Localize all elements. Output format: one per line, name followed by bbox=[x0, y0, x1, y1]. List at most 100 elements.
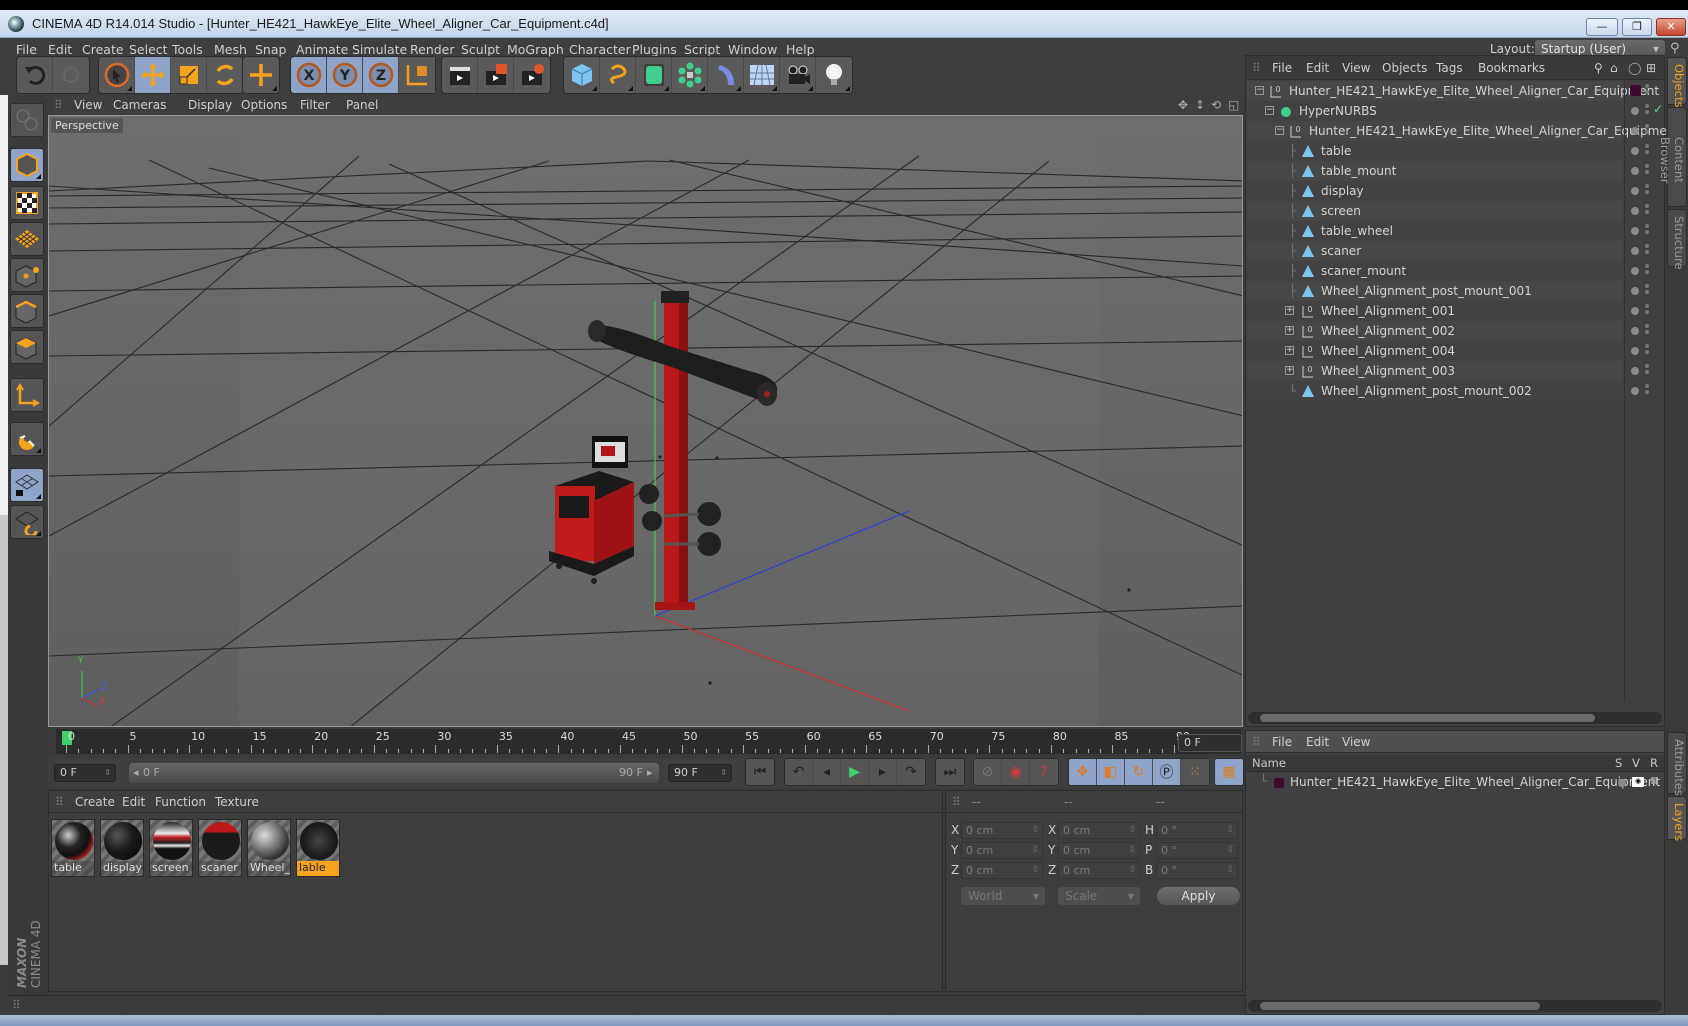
object-name[interactable]: table_wheel bbox=[1321, 221, 1393, 241]
tab-structure[interactable]: Structure bbox=[1667, 209, 1687, 270]
object-name[interactable]: Hunter_HE421_HawkEye_Elite_Wheel_Aligner… bbox=[1289, 81, 1659, 101]
menu-animate[interactable]: Animate bbox=[296, 42, 348, 57]
viewport-menu-filter[interactable]: Filter bbox=[300, 98, 330, 112]
objects-menu-file[interactable]: File bbox=[1272, 61, 1292, 75]
transform-mode-dropdown[interactable]: Scale bbox=[1058, 887, 1140, 905]
search-icon[interactable]: ⚲ bbox=[1670, 41, 1680, 56]
visibility-toggle[interactable] bbox=[1645, 204, 1649, 208]
zoom-view-icon[interactable]: ↕ bbox=[1195, 98, 1205, 112]
expand-icon[interactable]: + bbox=[1285, 346, 1294, 355]
y-axis-icon[interactable]: Y bbox=[327, 57, 363, 93]
object-name[interactable]: table_mount bbox=[1321, 161, 1396, 181]
tab-content-browser[interactable]: Content Browser bbox=[1658, 107, 1687, 207]
pos-x-field[interactable]: 0 cm bbox=[961, 822, 1043, 839]
enabled-toggle[interactable] bbox=[1631, 147, 1639, 155]
visibility-toggle[interactable] bbox=[1645, 384, 1649, 388]
menu-snap[interactable]: Snap bbox=[255, 42, 286, 57]
viewport-menu-display[interactable]: Display bbox=[188, 98, 232, 112]
layer-manager-scrollbar[interactable] bbox=[1248, 1000, 1662, 1012]
enabled-toggle[interactable] bbox=[1631, 327, 1639, 335]
object-tree-row[interactable]: +0 Wheel_Alignment_003 bbox=[1247, 361, 1623, 381]
enabled-toggle[interactable] bbox=[1631, 367, 1639, 375]
spline-pen-icon[interactable] bbox=[600, 57, 636, 93]
points-mode-icon[interactable] bbox=[10, 258, 44, 292]
snap-settings-icon[interactable] bbox=[10, 505, 44, 539]
object-manager-scrollbar[interactable] bbox=[1248, 712, 1662, 724]
menu-edit[interactable]: Edit bbox=[48, 42, 72, 57]
viewport-menu-options[interactable]: Options bbox=[241, 98, 287, 112]
render-picture-viewer-icon[interactable] bbox=[478, 57, 514, 93]
z-axis-icon[interactable]: Z bbox=[363, 57, 399, 93]
expand-icon[interactable]: + bbox=[1285, 306, 1294, 315]
objects-menu-tags[interactable]: Tags bbox=[1436, 61, 1463, 75]
pos-y-field[interactable]: 0 cm bbox=[961, 842, 1043, 859]
material-menu-edit[interactable]: Edit bbox=[122, 795, 145, 809]
object-name[interactable]: table bbox=[1321, 141, 1351, 161]
layer-name[interactable]: Hunter_HE421_HawkEye_Elite_Wheel_Aligner… bbox=[1290, 775, 1660, 789]
deformer-icon[interactable] bbox=[708, 57, 744, 93]
object-tree-row[interactable]: ├ Wheel_Alignment_post_mount_001 bbox=[1247, 281, 1623, 301]
visibility-toggle[interactable] bbox=[1645, 224, 1649, 228]
menu-create[interactable]: Create bbox=[82, 42, 124, 57]
scrollbar-thumb[interactable] bbox=[1260, 714, 1595, 722]
object-name[interactable]: screen bbox=[1321, 201, 1361, 221]
enabled-toggle[interactable] bbox=[1631, 287, 1639, 295]
object-name[interactable]: display bbox=[1321, 181, 1364, 201]
edges-mode-icon[interactable] bbox=[10, 294, 44, 328]
pan-view-icon[interactable]: ✥ bbox=[1178, 98, 1188, 112]
visibility-toggle[interactable] bbox=[1645, 344, 1649, 348]
layers-menu-edit[interactable]: Edit bbox=[1306, 735, 1329, 749]
perspective-viewport[interactable]: Perspective Y Z X bbox=[48, 115, 1243, 727]
visibility-toggle[interactable] bbox=[1645, 184, 1649, 188]
object-name[interactable]: Wheel_Alignment_001 bbox=[1321, 301, 1455, 321]
camera-icon[interactable] bbox=[780, 57, 816, 93]
material-menu-create[interactable]: Create bbox=[75, 795, 115, 809]
polygons-mode-icon[interactable] bbox=[10, 330, 44, 364]
scale-icon[interactable] bbox=[171, 57, 207, 93]
keyframe-selection-icon[interactable]: ? bbox=[1030, 759, 1058, 785]
workplane-lock-icon[interactable] bbox=[10, 468, 44, 502]
object-name[interactable]: HyperNURBS bbox=[1299, 101, 1377, 121]
layer-row[interactable]: └ Hunter_HE421_HawkEye_Elite_Wheel_Align… bbox=[1246, 774, 1664, 792]
current-frame-field[interactable]: 0 F bbox=[1178, 734, 1242, 752]
visibility-toggle[interactable] bbox=[1645, 164, 1649, 168]
menu-mograph[interactable]: MoGraph bbox=[507, 42, 564, 57]
apply-button[interactable]: Apply bbox=[1157, 887, 1240, 905]
coordinate-space-dropdown[interactable]: World bbox=[961, 887, 1045, 905]
material-swatch[interactable]: scaner bbox=[198, 819, 242, 877]
key-scale-icon[interactable]: ◧ bbox=[1097, 759, 1125, 785]
goto-next-key-icon[interactable]: ↷ bbox=[897, 759, 925, 785]
material-swatch[interactable]: display bbox=[100, 819, 144, 877]
object-name[interactable]: Wheel_Alignment_post_mount_001 bbox=[1321, 281, 1532, 301]
key-rotation-icon[interactable]: ↻ bbox=[1125, 759, 1153, 785]
restore-button[interactable]: ❐ bbox=[1622, 18, 1652, 36]
collapse-icon[interactable]: − bbox=[1265, 106, 1274, 115]
preview-range-slider[interactable]: ◂ 0 F 90 F ▸ bbox=[129, 763, 659, 783]
new-window-icon[interactable]: ⊞ bbox=[1646, 61, 1656, 75]
material-swatch[interactable]: Wheel_A bbox=[247, 819, 291, 877]
rot-h-field[interactable]: 0 ° bbox=[1156, 822, 1238, 839]
menu-help[interactable]: Help bbox=[786, 42, 815, 57]
material-swatch[interactable]: lable bbox=[296, 819, 340, 877]
start-frame-field[interactable]: 0 F ⇕ bbox=[54, 764, 116, 782]
range-end-arrow-icon[interactable]: ▸ bbox=[647, 766, 653, 779]
visibility-toggle[interactable] bbox=[1645, 84, 1649, 88]
menu-character[interactable]: Character bbox=[569, 42, 631, 57]
enabled-toggle[interactable] bbox=[1631, 267, 1639, 275]
object-name[interactable]: Wheel_Alignment_004 bbox=[1321, 341, 1455, 361]
timeline-ruler[interactable]: 051015202530354045505560657075808590 bbox=[56, 729, 1241, 754]
visibility-toggle[interactable] bbox=[1645, 304, 1649, 308]
key-parameter-icon[interactable]: Ⓟ bbox=[1153, 759, 1181, 785]
enabled-toggle[interactable] bbox=[1631, 387, 1639, 395]
object-tree-row[interactable]: +0 Wheel_Alignment_002 bbox=[1247, 321, 1623, 341]
visibility-toggle[interactable] bbox=[1645, 244, 1649, 248]
object-tree-row[interactable]: ├ screen bbox=[1247, 201, 1623, 221]
object-tree-row[interactable]: ├ scaner_mount bbox=[1247, 261, 1623, 281]
material-swatch[interactable]: screen bbox=[149, 819, 193, 877]
viewport-camera-label[interactable]: Perspective bbox=[51, 118, 123, 133]
home-icon[interactable]: ⌂ bbox=[1610, 61, 1618, 75]
check-icon[interactable]: ✓ bbox=[1653, 102, 1663, 116]
layer-color-swatch[interactable] bbox=[1274, 778, 1284, 788]
minimize-button[interactable]: — bbox=[1586, 18, 1618, 36]
material-menu-function[interactable]: Function bbox=[155, 795, 206, 809]
